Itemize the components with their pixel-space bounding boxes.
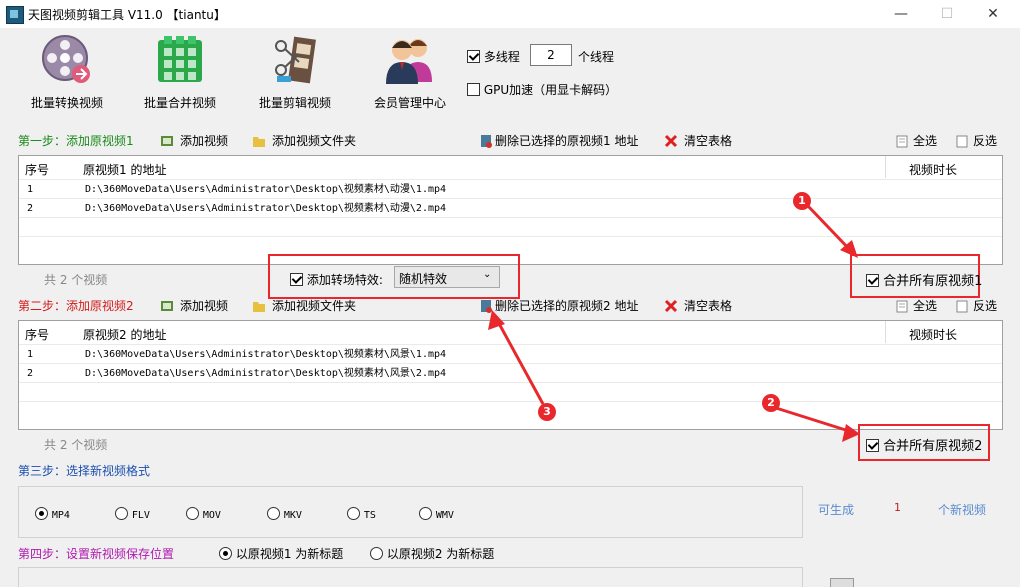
callout-3: 3 bbox=[538, 403, 556, 421]
annotation-arrows bbox=[488, 204, 860, 442]
callout-2: 2 bbox=[762, 394, 780, 412]
callout-1: 1 bbox=[793, 192, 811, 210]
